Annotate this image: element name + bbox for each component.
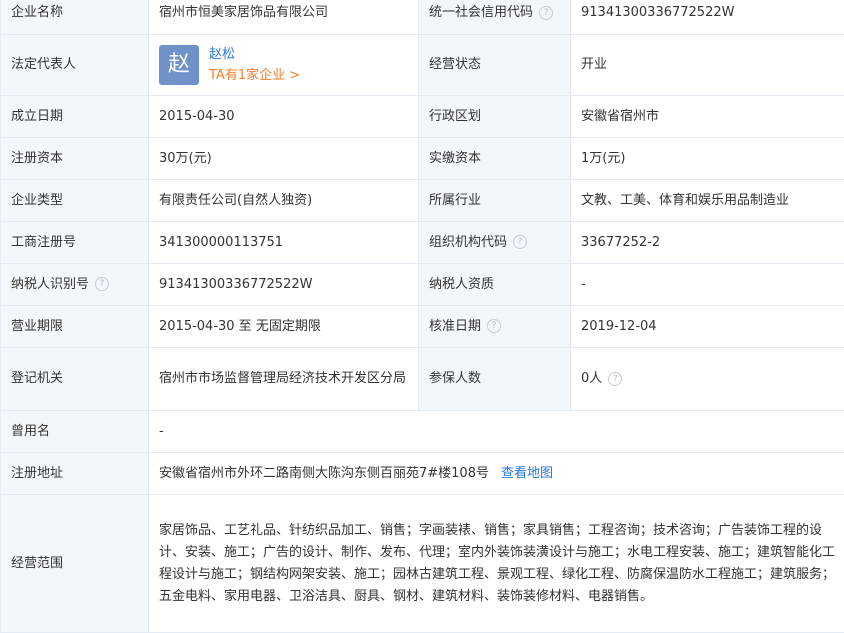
label-address: 注册地址	[1, 453, 149, 495]
row-authority: 登记机关 宿州市市场监督管理局经济技术开发区分局 参保人数 0人?	[1, 348, 844, 411]
value-credit-code: 91341300336772522W	[571, 0, 844, 35]
value-business-scope: 家居饰品、工艺礼品、针纺织品加工、销售；字画装裱、销售；家具销售；工程咨询；技术…	[149, 495, 844, 633]
label-authority: 登记机关	[1, 348, 149, 411]
question-icon[interactable]: ?	[95, 277, 109, 291]
view-map-link[interactable]: 查看地图	[501, 466, 553, 481]
label-reg-capital: 注册资本	[1, 138, 149, 180]
label-org-code: 组织机构代码?	[419, 222, 571, 264]
insured-count: 0人	[581, 371, 602, 386]
value-region: 安徽省宿州市	[571, 96, 844, 138]
row-reg-number: 工商注册号 341300000113751 组织机构代码? 33677252-2	[1, 222, 844, 264]
row-founded: 成立日期 2015-04-30 行政区划 安徽省宿州市	[1, 96, 844, 138]
value-insured: 0人?	[571, 348, 844, 411]
value-tax-qualification: -	[571, 264, 844, 306]
row-term: 营业期限 2015-04-30 至 无固定期限 核准日期? 2019-12-04	[1, 306, 844, 348]
label-tax-qualification: 纳税人资质	[419, 264, 571, 306]
address-text: 安徽省宿州市外环二路南侧大陈沟东侧百丽苑7#楼108号	[159, 466, 489, 481]
value-authority: 宿州市市场监督管理局经济技术开发区分局	[149, 348, 419, 411]
avatar[interactable]: 赵	[159, 45, 199, 85]
label-company-name: 企业名称	[1, 0, 149, 35]
value-address: 安徽省宿州市外环二路南侧大陈沟东侧百丽苑7#楼108号查看地图	[149, 453, 844, 495]
label-industry: 所属行业	[419, 180, 571, 222]
value-legal-rep: 赵 赵松 TA有1家企业 >	[149, 35, 419, 96]
label-text: 纳税人识别号	[11, 277, 89, 292]
value-status: 开业	[571, 35, 844, 96]
company-info-table: 企业名称 宿州市恒美家居饰品有限公司 统一社会信用代码? 91341300336…	[0, 0, 844, 633]
label-company-type: 企业类型	[1, 180, 149, 222]
legal-rep-block: 赵松 TA有1家企业 >	[209, 44, 300, 86]
value-approval-date: 2019-12-04	[571, 306, 844, 348]
label-text: 组织机构代码	[429, 235, 507, 250]
label-text: 核准日期	[429, 319, 481, 334]
row-company-name: 企业名称 宿州市恒美家居饰品有限公司 统一社会信用代码? 91341300336…	[1, 0, 844, 35]
label-tax-id: 纳税人识别号?	[1, 264, 149, 306]
label-insured: 参保人数	[419, 348, 571, 411]
row-type: 企业类型 有限责任公司(自然人独资) 所属行业 文教、工美、体育和娱乐用品制造业	[1, 180, 844, 222]
label-region: 行政区划	[419, 96, 571, 138]
question-icon[interactable]: ?	[513, 235, 527, 249]
label-former-name: 曾用名	[1, 411, 149, 453]
value-founded: 2015-04-30	[149, 96, 419, 138]
question-icon[interactable]: ?	[608, 372, 622, 386]
value-company-name: 宿州市恒美家居饰品有限公司	[149, 0, 419, 35]
value-org-code: 33677252-2	[571, 222, 844, 264]
label-approval-date: 核准日期?	[419, 306, 571, 348]
row-address: 注册地址 安徽省宿州市外环二路南侧大陈沟东侧百丽苑7#楼108号查看地图	[1, 453, 844, 495]
row-tax: 纳税人识别号? 91341300336772522W 纳税人资质 -	[1, 264, 844, 306]
value-business-term: 2015-04-30 至 无固定期限	[149, 306, 419, 348]
value-company-type: 有限责任公司(自然人独资)	[149, 180, 419, 222]
value-industry: 文教、工美、体育和娱乐用品制造业	[571, 180, 844, 222]
value-tax-id: 91341300336772522W	[149, 264, 419, 306]
question-icon[interactable]: ?	[539, 6, 553, 20]
legal-rep-name-link[interactable]: 赵松	[209, 44, 300, 65]
value-former-name: -	[149, 411, 844, 453]
label-legal-rep: 法定代表人	[1, 35, 149, 96]
label-credit-code: 统一社会信用代码?	[419, 0, 571, 35]
question-icon[interactable]: ?	[487, 319, 501, 333]
row-capital: 注册资本 30万(元) 实缴资本 1万(元)	[1, 138, 844, 180]
label-status: 经营状态	[419, 35, 571, 96]
label-business-term: 营业期限	[1, 306, 149, 348]
label-founded: 成立日期	[1, 96, 149, 138]
label-business-scope: 经营范围	[1, 495, 149, 633]
row-scope: 经营范围 家居饰品、工艺礼品、针纺织品加工、销售；字画装裱、销售；家具销售；工程…	[1, 495, 844, 633]
label-paid-capital: 实缴资本	[419, 138, 571, 180]
row-former-name: 曾用名 -	[1, 411, 844, 453]
label-reg-number: 工商注册号	[1, 222, 149, 264]
row-legal-rep: 法定代表人 赵 赵松 TA有1家企业 > 经营状态 开业	[1, 35, 844, 96]
value-reg-number: 341300000113751	[149, 222, 419, 264]
value-paid-capital: 1万(元)	[571, 138, 844, 180]
related-companies-link[interactable]: TA有1家企业 >	[209, 65, 300, 86]
label-text: 统一社会信用代码	[429, 5, 533, 20]
value-reg-capital: 30万(元)	[149, 138, 419, 180]
